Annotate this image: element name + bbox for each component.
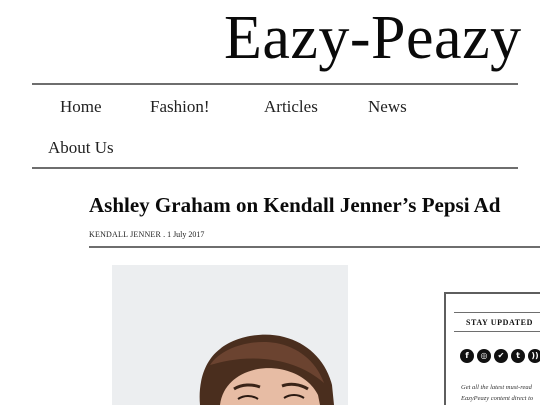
nav-item-news[interactable]: News <box>368 96 407 118</box>
widget-title: STAY UPDATED <box>466 318 533 327</box>
tumblr-icon[interactable]: t <box>511 349 525 363</box>
rss-icon[interactable]: )) <box>528 349 540 363</box>
widget-divider-top <box>454 312 540 313</box>
widget-description-line2: EazyPeazy content direct to <box>461 395 534 402</box>
twitter-icon[interactable]: ✔ <box>494 349 508 363</box>
site-title[interactable]: Eazy-Peazy <box>224 2 522 74</box>
widget-description: Get all the latest must-read EazyPeazy c… <box>461 382 540 404</box>
stay-updated-widget: STAY UPDATED f ◎ ✔ t )) Get all the late… <box>444 292 540 405</box>
article-hero-image <box>112 265 348 405</box>
nav-item-home[interactable]: Home <box>60 96 102 118</box>
portrait-photo <box>112 265 348 405</box>
header-divider-top <box>32 83 518 85</box>
article-author-link[interactable]: Kendall Jenner <box>89 230 161 239</box>
article-headline: Ashley Graham on Kendall Jenner’s Pepsi … <box>89 193 501 217</box>
article-divider <box>89 246 540 248</box>
article-date: 1 July 2017 <box>167 230 205 239</box>
nav-item-about-us[interactable]: About Us <box>48 137 114 159</box>
widget-description-line1: Get all the latest must-read <box>461 384 532 391</box>
widget-divider-bottom <box>454 331 540 332</box>
facebook-icon[interactable]: f <box>460 349 474 363</box>
nav-item-articles[interactable]: Articles <box>264 96 318 118</box>
article-byline: Kendall Jenner . 1 July 2017 <box>89 230 204 240</box>
header-divider-bottom <box>32 167 518 169</box>
nav-item-fashion[interactable]: Fashion! <box>150 96 210 118</box>
instagram-icon[interactable]: ◎ <box>477 349 491 363</box>
